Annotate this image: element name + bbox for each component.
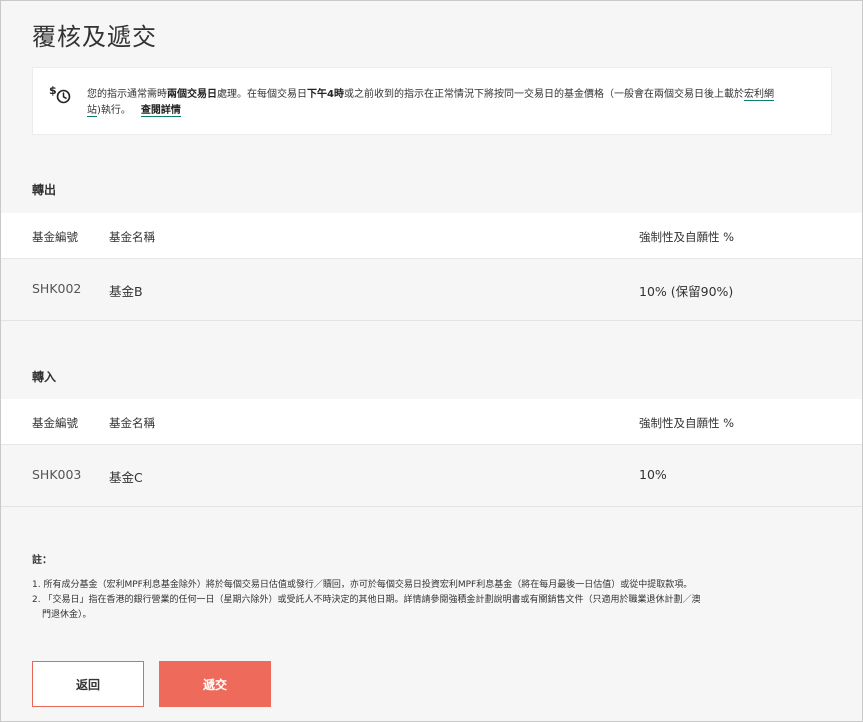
- manulife-website-link-part2: 站: [87, 105, 97, 116]
- note-item-continued: 門退休金）。: [32, 608, 822, 623]
- info-text-part: 處理。在每個交易日: [217, 89, 307, 100]
- header-fund-name: 基金名稱: [109, 230, 155, 244]
- money-clock-icon: $: [49, 84, 71, 104]
- info-bold-two-days: 兩個交易日: [167, 89, 217, 100]
- submit-button[interactable]: 遞交: [159, 661, 271, 707]
- header-fund-code: 基金編號: [32, 416, 78, 430]
- fund-percentage: 10% (保留90%): [639, 284, 734, 299]
- manulife-website-link-part1: 宏利網: [743, 89, 774, 100]
- view-details-link[interactable]: 查閱詳情: [140, 105, 181, 117]
- processing-info-box: $ 您的指示通常需時兩個交易日處理。在每個交易日下午4時或之前收到的指示在正常情…: [32, 67, 832, 135]
- header-percentage: 強制性及自願性 %: [639, 230, 735, 244]
- switch-in-heading: 轉入: [32, 370, 57, 384]
- header-fund-code: 基金編號: [32, 230, 78, 244]
- fund-code: SHK003: [32, 467, 82, 482]
- page-title: 覆核及遞交: [32, 23, 157, 51]
- info-text-part: 您的指示通常需時: [87, 89, 167, 100]
- switch-in-table-header: 基金編號 基金名稱 強制性及自願性 %: [1, 399, 862, 445]
- switch-out-table-header: 基金編號 基金名稱 強制性及自願性 %: [1, 213, 862, 259]
- note-item-continued-text: 門退休金）。: [42, 610, 92, 620]
- switch-in-row: SHK003 基金C 10%: [1, 445, 862, 507]
- info-bold-cutoff-time: 下午4時: [307, 89, 344, 100]
- fund-percentage: 10%: [639, 467, 667, 482]
- page-frame: 覆核及遞交 $ 您的指示通常需時兩個交易日處理。在每個交易日下午4時或之前收到的…: [0, 0, 863, 722]
- notes-list: 1. 所有成分基金（宏利MPF利息基金除外）將於每個交易日估值或發行／贖回，亦可…: [32, 578, 822, 623]
- switch-out-row: SHK002 基金B 10% (保留90%): [1, 259, 862, 321]
- processing-info-text: 您的指示通常需時兩個交易日處理。在每個交易日下午4時或之前收到的指示在正常情況下…: [87, 87, 822, 119]
- note-item: 2. 「交易日」指在香港的銀行營業的任何一日（星期六除外）或受託人不時決定的其他…: [32, 595, 701, 605]
- header-percentage: 強制性及自願性 %: [639, 416, 735, 430]
- info-text-part: )執行。: [97, 105, 131, 116]
- fund-code: SHK002: [32, 281, 82, 296]
- fund-name: 基金B: [109, 284, 143, 299]
- fund-name: 基金C: [109, 470, 143, 485]
- back-button[interactable]: 返回: [32, 661, 144, 707]
- switch-out-heading: 轉出: [32, 183, 57, 197]
- note-item: 1. 所有成分基金（宏利MPF利息基金除外）將於每個交易日估值或發行／贖回，亦可…: [32, 580, 693, 590]
- info-text-part: 或之前收到的指示在正常情況下將按同一交易日的基金價格（一般會在兩個交易日後上載於: [343, 89, 744, 100]
- notes-title: 註：: [32, 555, 52, 566]
- header-fund-name: 基金名稱: [109, 416, 155, 430]
- svg-text:$: $: [49, 84, 57, 97]
